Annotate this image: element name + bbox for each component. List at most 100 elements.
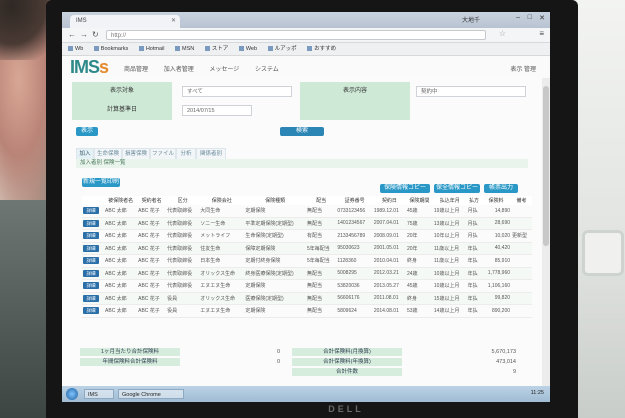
table-cell: ABC 太郎 — [104, 279, 138, 293]
back-icon[interactable]: ← — [68, 30, 76, 39]
table-cell: 1,106,160 — [481, 279, 512, 293]
detail-button[interactable]: 詳細 — [83, 257, 99, 265]
table-cell: 2010.04.01 — [372, 254, 406, 268]
nav-item-messages[interactable]: メッセージ — [209, 67, 239, 73]
tab-related[interactable]: 関係者別 — [196, 148, 226, 159]
tab-life-insurance[interactable]: 生命保険 — [94, 148, 122, 159]
target-select[interactable]: すべて — [182, 86, 292, 97]
monitor-arm — [582, 230, 624, 276]
table-cell: 終身医療保険(定期型) — [244, 267, 306, 280]
close-icon[interactable]: ✕ — [171, 15, 176, 28]
nav-item-members[interactable]: 加入者管理 — [164, 67, 194, 73]
bookmark-star-icon[interactable]: ☆ — [499, 29, 506, 38]
table-cell: 15歳以上月 — [432, 292, 467, 305]
display-button[interactable]: 表示 — [76, 127, 98, 136]
detail-cell: 詳細 — [82, 279, 105, 293]
scrollbar[interactable] — [542, 78, 550, 386]
url-input[interactable]: http:// — [106, 30, 486, 40]
column-header: 契約者名 — [137, 196, 167, 205]
table-cell: 代表取締役 — [166, 242, 200, 255]
tab-enrollment[interactable]: 加入 — [76, 148, 94, 159]
bookmark-item[interactable]: MSN — [175, 46, 194, 52]
app-logo[interactable]: IMSs — [70, 57, 109, 78]
table-cell: ABC 花子 — [137, 292, 167, 305]
table-cell: ABC 太郎 — [104, 229, 138, 243]
table-cell — [511, 279, 532, 293]
nav-item-system[interactable]: システム — [255, 67, 279, 73]
scroll-thumb[interactable] — [543, 86, 549, 246]
table-cell: 40,420 — [481, 242, 512, 255]
browser-tab[interactable]: IMS ✕ — [70, 15, 180, 28]
output-button[interactable]: 帳票出力 — [484, 184, 518, 193]
table-cell: ABC 太郎 — [104, 242, 138, 255]
user-menu[interactable]: 表示 管理 — [510, 64, 536, 73]
summary-value-year-total: 473,014 — [496, 359, 516, 365]
date-input[interactable]: 2014/07/15 — [182, 105, 252, 116]
bookmark-item[interactable]: Bookmarks — [93, 46, 128, 52]
detail-button[interactable]: 詳細 — [83, 269, 99, 277]
table-cell: 24歳 — [405, 267, 433, 280]
table-cell: ABC 花子 — [137, 229, 167, 243]
nav-item-products[interactable]: 商品管理 — [124, 67, 148, 73]
detail-button[interactable]: 詳細 — [83, 207, 99, 215]
copy-insurance-button[interactable]: 保険情報コピー — [380, 184, 430, 193]
bookmark-item[interactable]: Wb — [68, 46, 83, 52]
browser-user-label[interactable]: 大地千 — [462, 15, 480, 24]
close-window-icon[interactable]: ✕ — [539, 14, 545, 22]
column-header: 保険料 — [481, 196, 512, 205]
table-cell: 2011.08.01 — [372, 292, 406, 305]
search-button[interactable]: 検索 — [280, 127, 324, 136]
table-cell: 代表取締役 — [166, 217, 200, 230]
bookmark-item[interactable]: Hotmail — [138, 46, 164, 52]
detail-button[interactable]: 詳細 — [83, 219, 99, 227]
table-cell: 日本生命 — [199, 254, 245, 268]
start-button-icon[interactable] — [66, 388, 78, 400]
column-header: 払込年月 — [432, 196, 467, 205]
detail-button[interactable]: 詳細 — [83, 232, 99, 240]
table-cell: ソニー生命 — [199, 217, 245, 230]
table-cell: メットライフ — [199, 229, 245, 243]
detail-button[interactable]: 詳細 — [83, 307, 99, 315]
table-cell — [511, 267, 532, 280]
bookmark-item[interactable]: おすすめ — [307, 46, 336, 52]
table-cell: 20年 — [405, 229, 433, 243]
table-cell: 53820036 — [336, 279, 373, 293]
copy-maintenance-button[interactable]: 保全情報コピー — [434, 184, 480, 193]
taskbar-item-chrome[interactable]: Google Chrome — [118, 389, 184, 399]
table-cell: 住友生命 — [199, 242, 245, 255]
table-cell: 2007.04.01 — [372, 217, 406, 230]
table-cell: 1128360 — [336, 254, 373, 268]
tab-analysis[interactable]: 分析 — [176, 148, 196, 159]
content-select[interactable]: 契約中 — [416, 86, 526, 97]
bookmark-item[interactable]: Web — [238, 46, 257, 52]
table-cell: ABC 花子 — [137, 242, 167, 255]
minimize-icon[interactable]: – — [516, 14, 520, 21]
detail-cell: 詳細 — [82, 242, 105, 255]
table-cell: 終身 — [405, 254, 433, 268]
table-cell: 定期保険 — [244, 279, 306, 293]
summary-value-annual: 0 — [276, 359, 280, 365]
table-cell: 95030623 — [336, 242, 373, 255]
chrome-menu-icon[interactable]: ≡ — [539, 29, 544, 38]
new-list-button[interactable]: 新規一覧印刷 — [82, 178, 120, 187]
taskbar-item-ims[interactable]: IMS — [84, 389, 114, 399]
table-cell: 2001.05.01 — [372, 242, 406, 255]
detail-button[interactable]: 詳細 — [83, 244, 99, 252]
bookmark-item[interactable]: ルアッポ — [267, 46, 297, 52]
detail-cell: 詳細 — [82, 217, 105, 230]
section-title: 加入者別 保険一覧 — [76, 159, 528, 168]
table-cell: 0733123456 — [336, 205, 373, 218]
forward-icon[interactable]: → — [80, 30, 88, 39]
reload-icon[interactable]: ↻ — [92, 30, 99, 39]
maximize-icon[interactable]: □ — [528, 14, 532, 21]
table-cell: 45歳 — [405, 205, 433, 218]
detail-button[interactable]: 詳細 — [83, 282, 99, 290]
tab-file[interactable]: ファイル — [150, 148, 176, 159]
tab-nonlife-insurance[interactable]: 損害保険 — [122, 148, 150, 159]
table-cell: 11歳以上月 — [432, 242, 467, 255]
detail-button[interactable]: 詳細 — [83, 294, 99, 302]
table-cell: 無配当 — [305, 279, 337, 293]
table-cell: 1989.12.01 — [372, 205, 406, 218]
table-row: 詳細 ABC 太郎 ABC 花子 代表取締役 オリックス生命 終身医療保険(定期型) 無配当… — [82, 267, 532, 280]
bookmark-item[interactable]: ストア — [204, 46, 228, 52]
